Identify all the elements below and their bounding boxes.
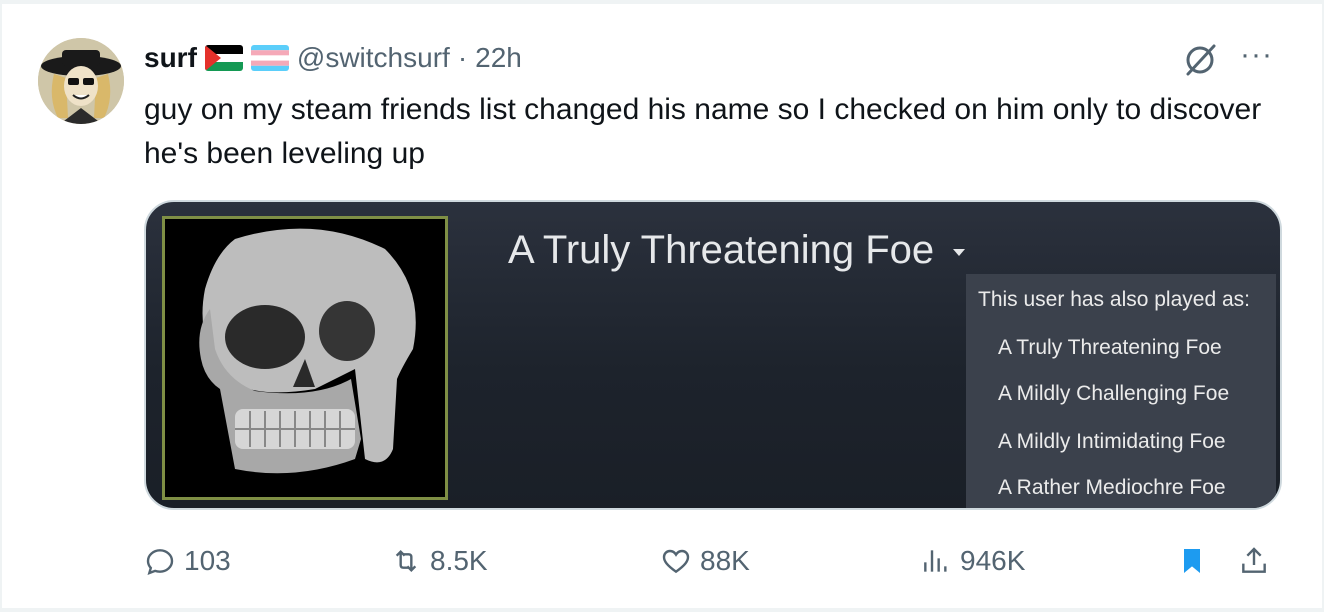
user-avatar[interactable] (38, 38, 124, 124)
bookmark-button[interactable] (1176, 536, 1208, 586)
skull-image (165, 219, 445, 497)
share-button[interactable] (1238, 536, 1270, 586)
bookmark-icon (1184, 549, 1200, 573)
timestamp[interactable]: 22h (475, 42, 522, 74)
views-icon (924, 550, 947, 572)
views-count: 946K (960, 545, 1026, 576)
like-count: 88K (700, 545, 750, 576)
like-button[interactable]: 88K (660, 536, 750, 586)
tweet-card[interactable]: surf @switchsurf · 22h ··· guy on my ste… (0, 0, 1324, 612)
more-icon[interactable]: ··· (1240, 40, 1273, 70)
chevron-down-icon[interactable] (953, 248, 966, 256)
alias-item[interactable]: A Mildly Challenging Foe (998, 382, 1229, 406)
transgender-flag-icon (250, 45, 289, 71)
grok-icon[interactable] (1180, 40, 1220, 80)
display-name[interactable]: surf (144, 42, 197, 74)
tweet-header: surf @switchsurf · 22h (144, 36, 522, 80)
steam-profile-name-text: A Truly Threatening Foe (508, 228, 935, 272)
alias-dropdown: This user has also played as: A Truly Th… (966, 274, 1276, 508)
separator: · (457, 42, 468, 73)
alias-item[interactable]: A Mildly Intimidating Foe (998, 430, 1226, 454)
tweet-media[interactable]: A Truly Threatening Foe This user has al… (144, 200, 1282, 510)
palestine-flag-icon (204, 45, 243, 71)
avatar-illustration (38, 38, 124, 124)
alias-title: This user has also played as: (978, 288, 1250, 311)
reply-button[interactable]: 103 (144, 536, 231, 586)
reply-icon (146, 549, 174, 575)
share-icon (1242, 547, 1266, 573)
views-button[interactable]: 946K (920, 536, 1025, 586)
steam-profile-name[interactable]: A Truly Threatening Foe (508, 228, 966, 273)
like-icon (662, 549, 690, 574)
user-handle[interactable]: @switchsurf (297, 42, 450, 74)
tweet-actions: 103 8.5K 88K 946K (144, 536, 1282, 586)
repost-icon (395, 549, 417, 573)
repost-count: 8.5K (430, 545, 488, 576)
alias-item[interactable]: A Truly Threatening Foe (998, 336, 1222, 360)
reply-count: 103 (184, 545, 231, 576)
steam-avatar (162, 216, 448, 500)
tweet-text: guy on my steam friends list changed his… (144, 93, 1262, 170)
repost-button[interactable]: 8.5K (390, 536, 488, 586)
alias-item[interactable]: A Rather Mediochre Foe (998, 476, 1226, 500)
